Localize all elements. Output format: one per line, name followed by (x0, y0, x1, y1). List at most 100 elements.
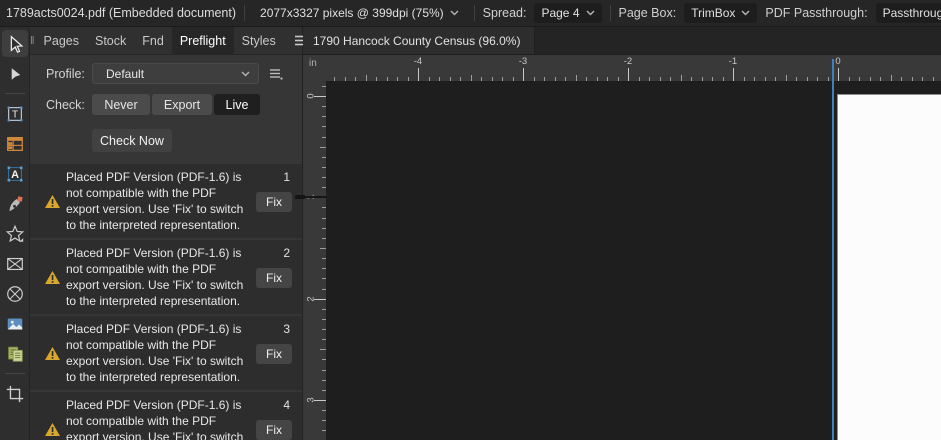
tab-stock[interactable]: Stock (87, 27, 134, 54)
check-never-button[interactable]: Never (92, 94, 150, 115)
ruler-tick (322, 106, 326, 108)
rectangle-x-icon (5, 254, 25, 274)
node-tool[interactable] (2, 60, 28, 87)
ruler-tick (386, 77, 388, 81)
image-icon (5, 314, 25, 334)
ruler-tick (901, 77, 902, 81)
ruler-tick (775, 77, 776, 81)
ruler-tick (596, 77, 598, 81)
profile-preset-menu-icon[interactable] (269, 68, 283, 80)
page-box-value: TrimBox (691, 6, 736, 20)
solid-arrow-icon (6, 65, 24, 83)
ruler-tick (322, 237, 326, 239)
canvas-area[interactable]: in -4-3-2-10 0123 (303, 55, 941, 440)
star-tool[interactable] (2, 220, 28, 247)
ruler-tick (827, 77, 829, 81)
ruler-tick (322, 187, 326, 189)
fix-button[interactable]: Fix (256, 192, 292, 212)
ruler-tick (428, 77, 430, 81)
tab-preflight[interactable]: Preflight (171, 27, 234, 54)
profile-select[interactable]: Default (92, 63, 259, 84)
mouse-cursor (295, 195, 305, 199)
ruler-tick (344, 77, 346, 81)
ruler-tick (922, 77, 923, 81)
table-tool[interactable] (2, 130, 28, 157)
ruler-tick (322, 268, 326, 270)
ruler-tick (322, 369, 326, 371)
tools-sidebar: T A (0, 27, 30, 440)
h-ruler-label: -2 (623, 56, 633, 67)
document-tab[interactable]: 1790 Hancock County Census (96.0%) (303, 27, 536, 54)
ruler-tick (638, 77, 640, 81)
passthrough-value: Passthrough (882, 6, 941, 20)
warning-text: Placed PDF Version (PDF-1.6) is not comp… (66, 398, 244, 440)
tab-fnd[interactable]: Fnd (134, 27, 172, 54)
warning-count: 4 (283, 398, 290, 412)
h-ruler-label: -4 (413, 56, 423, 67)
fix-button[interactable]: Fix (256, 268, 292, 288)
ruler-tick (481, 77, 482, 81)
fix-button[interactable]: Fix (256, 420, 292, 440)
tab-pages[interactable]: Pages (36, 27, 87, 54)
passthrough-select[interactable]: Passthrough (875, 3, 941, 23)
passthrough-label: PDF Passthrough: (765, 6, 868, 20)
spread-select[interactable]: Page 4 (534, 3, 602, 23)
v-ruler-label: 2 (305, 295, 317, 302)
document-viewport[interactable] (326, 81, 941, 440)
ruler-tick (322, 136, 326, 138)
ruler-tick (523, 68, 524, 81)
warning-item[interactable]: Placed PDF Version (PDF-1.6) is not comp… (30, 316, 302, 390)
resolution-dropdown[interactable]: 2077x3327 pixels @ 399dpi (75%) (253, 3, 466, 23)
warning-item[interactable]: Placed PDF Version (PDF-1.6) is not comp… (30, 240, 302, 314)
document-title: 1789acts0024.pdf (Embedded document) (6, 6, 237, 20)
v-ruler: 0123 (303, 55, 326, 440)
spread-value: Page 4 (541, 6, 580, 20)
page-box-select[interactable]: TrimBox (684, 3, 758, 23)
ruler-tick (764, 77, 766, 81)
frame-text-tool[interactable]: T (2, 100, 28, 127)
ruler-tick (680, 75, 682, 81)
warning-item[interactable]: Placed PDF Version (PDF-1.6) is not comp… (30, 392, 302, 440)
place-image-tool[interactable] (2, 310, 28, 337)
resolution-value: 2077x3327 pixels @ 399dpi (75%) (260, 6, 444, 20)
chevron-down-icon (450, 10, 459, 16)
ruler-tick (322, 166, 326, 168)
divider (473, 5, 475, 21)
data-merge-tool[interactable] (2, 340, 28, 367)
h-ruler-label: -3 (518, 56, 528, 67)
ruler-tick (365, 75, 367, 81)
h-ruler: -4 -3 -2 -1 0 (303, 55, 941, 81)
check-now-button[interactable]: Check Now (92, 129, 172, 152)
tab-styles[interactable]: Styles (234, 27, 284, 54)
page-white[interactable] (837, 94, 941, 440)
profile-value: Default (106, 66, 145, 81)
ruler-tick (544, 77, 545, 81)
crop-tool[interactable] (2, 380, 28, 407)
art-text-tool[interactable]: A (2, 160, 28, 187)
ruler-tick (880, 77, 881, 81)
ruler-tick (691, 77, 692, 81)
ruler-tick (911, 77, 913, 81)
move-tool[interactable] (1, 30, 28, 57)
check-live-button[interactable]: Live (214, 94, 260, 115)
ruler-tick (449, 77, 451, 81)
ruler-tick (512, 77, 514, 81)
ruler-tick (848, 77, 850, 81)
divider (244, 5, 246, 21)
fix-button[interactable]: Fix (256, 344, 292, 364)
page-box-label: Page Box: (618, 6, 677, 20)
chevron-down-icon (586, 10, 595, 16)
warning-triangle-icon (38, 245, 66, 309)
pen-tool[interactable] (2, 190, 28, 217)
ruler-tick (397, 77, 398, 81)
ellipse-frame-tool[interactable] (2, 280, 28, 307)
ruler-tick (932, 77, 934, 81)
ruler-tick (322, 207, 326, 209)
ruler-tick (418, 68, 419, 81)
check-export-button[interactable]: Export (152, 94, 212, 115)
ruler-tick (470, 75, 472, 81)
rectangle-frame-tool[interactable] (2, 250, 28, 277)
chevron-down-icon (741, 10, 750, 16)
ruler-tick (322, 359, 326, 361)
warning-item[interactable]: Placed PDF Version (PDF-1.6) is not comp… (30, 164, 302, 238)
